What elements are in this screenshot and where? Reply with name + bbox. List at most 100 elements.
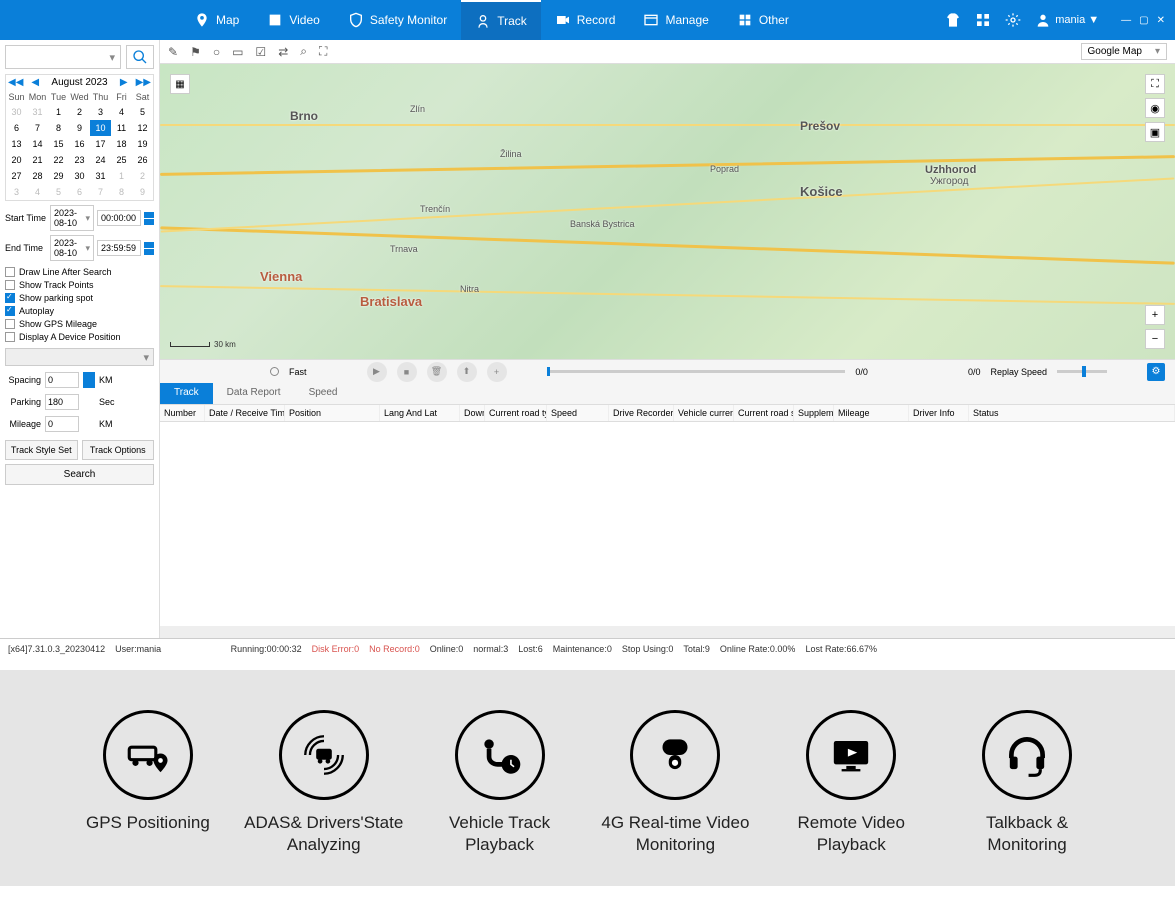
cal-day[interactable]: 22 [48, 152, 69, 168]
map-fullscreen-button[interactable]: ⛶ [1145, 74, 1165, 94]
col-lnglat[interactable]: Lang And Lat [380, 405, 460, 421]
cal-day[interactable]: 15 [48, 136, 69, 152]
user-menu[interactable]: mania ▼ [1035, 12, 1099, 28]
add-button[interactable]: + [487, 362, 507, 382]
playback-settings-icon[interactable]: ⚙ [1147, 363, 1165, 381]
col-roadspeed[interactable]: Current road speed [734, 405, 794, 421]
dashboard-icon[interactable] [975, 12, 991, 28]
check-gps-mileage[interactable]: Show GPS Mileage [5, 319, 154, 329]
start-time-input[interactable]: 00:00:00 [97, 210, 141, 226]
cal-day[interactable]: 10 [90, 120, 111, 136]
map-provider-select[interactable]: Google Map [1081, 43, 1167, 60]
cal-day[interactable]: 16 [69, 136, 90, 152]
fast-radio[interactable] [270, 367, 279, 376]
cal-day[interactable]: 8 [48, 120, 69, 136]
map-zoom-out[interactable]: − [1145, 329, 1165, 349]
cal-day[interactable]: 14 [27, 136, 48, 152]
cal-prev-year[interactable]: ◀◀ [8, 77, 23, 88]
cal-day[interactable]: 30 [6, 104, 27, 120]
check-autoplay[interactable]: Autoplay [5, 306, 154, 316]
stop-button[interactable]: ■ [397, 362, 417, 382]
shirt-icon[interactable] [945, 12, 961, 28]
col-speed[interactable]: Speed [547, 405, 609, 421]
cal-day[interactable]: 17 [90, 136, 111, 152]
play-button[interactable]: ▶ [367, 362, 387, 382]
cal-day[interactable]: 7 [27, 120, 48, 136]
tool-pencil-icon[interactable]: ✎ [168, 45, 178, 59]
cal-day[interactable]: 12 [132, 120, 153, 136]
cal-next-month[interactable]: ▶ [120, 77, 128, 88]
cal-day[interactable]: 28 [27, 168, 48, 184]
cal-day[interactable]: 9 [132, 184, 153, 200]
spacing-input[interactable]: 0 [45, 372, 79, 388]
vehicle-select[interactable]: ▾ [5, 45, 121, 69]
nav-safety[interactable]: Safety Monitor [334, 0, 461, 40]
close-button[interactable]: ✕ [1157, 15, 1165, 26]
maximize-button[interactable]: ▢ [1139, 15, 1148, 26]
cal-day[interactable]: 2 [69, 104, 90, 120]
cal-day[interactable]: 2 [132, 168, 153, 184]
tab-speed[interactable]: Speed [295, 383, 352, 404]
col-mileage[interactable]: Mileage [834, 405, 909, 421]
gear-icon[interactable] [1005, 12, 1021, 28]
cal-day[interactable]: 3 [6, 184, 27, 200]
cal-day[interactable]: 19 [132, 136, 153, 152]
end-time-up[interactable] [144, 242, 154, 248]
cal-day[interactable]: 4 [111, 104, 132, 120]
cal-day[interactable]: 6 [6, 120, 27, 136]
col-roadtype[interactable]: Current road type [485, 405, 547, 421]
cal-day[interactable]: 25 [111, 152, 132, 168]
nav-video[interactable]: Video [253, 0, 333, 40]
tool-rect-icon[interactable]: ▭ [232, 45, 243, 59]
cal-day[interactable]: 31 [90, 168, 111, 184]
cal-day[interactable]: 8 [111, 184, 132, 200]
nav-record[interactable]: Record [541, 0, 630, 40]
horizontal-scrollbar[interactable] [160, 626, 1175, 638]
search-button[interactable]: Search [5, 464, 154, 485]
end-time-input[interactable]: 23:59:59 [97, 240, 141, 256]
cal-day[interactable]: 24 [90, 152, 111, 168]
cal-day[interactable]: 1 [48, 104, 69, 120]
map-canvas[interactable]: Vienna Bratislava Brno Zlín Trnava Trenč… [160, 64, 1175, 359]
cal-day[interactable]: 11 [111, 120, 132, 136]
cal-day[interactable]: 30 [69, 168, 90, 184]
tool-checkbox-icon[interactable]: ☑ [255, 45, 266, 59]
cal-day[interactable]: 23 [69, 152, 90, 168]
spacing-dropdown[interactable] [83, 372, 95, 388]
nav-other[interactable]: Other [723, 0, 803, 40]
check-parking-spot[interactable]: Show parking spot [5, 293, 154, 303]
tool-flag-icon[interactable]: ⚑ [190, 45, 201, 59]
nav-track[interactable]: Track [461, 0, 541, 40]
start-date-input[interactable]: 2023-08-10▾ [50, 205, 94, 231]
cal-day[interactable]: 1 [111, 168, 132, 184]
tool-circle-icon[interactable]: ○ [213, 45, 220, 59]
cal-day[interactable]: 21 [27, 152, 48, 168]
col-down[interactable]: Down [460, 405, 485, 421]
tab-track[interactable]: Track [160, 383, 213, 404]
speed-slider[interactable] [1057, 370, 1107, 373]
map-3d-button[interactable]: ▣ [1145, 122, 1165, 142]
track-options-button[interactable]: Track Options [82, 440, 155, 460]
map-layers-button[interactable]: ▦ [170, 74, 190, 94]
parking-input[interactable]: 180 [45, 394, 79, 410]
cal-day[interactable]: 5 [48, 184, 69, 200]
cal-day[interactable]: 31 [27, 104, 48, 120]
mileage-input[interactable]: 0 [45, 416, 79, 432]
cal-day[interactable]: 5 [132, 104, 153, 120]
col-date[interactable]: Date / Receive Time [205, 405, 285, 421]
cal-prev-month[interactable]: ◀ [31, 77, 39, 88]
cal-day[interactable]: 18 [111, 136, 132, 152]
start-time-down[interactable] [144, 219, 154, 225]
check-device-position[interactable]: Display A Device Position [5, 332, 154, 342]
check-draw-line[interactable]: Draw Line After Search [5, 267, 154, 277]
delete-button[interactable]: 🗑 [427, 362, 447, 382]
cal-day[interactable]: 13 [6, 136, 27, 152]
cal-next-year[interactable]: ▶▶ [136, 77, 151, 88]
col-supplement[interactable]: Supplement [794, 405, 834, 421]
track-style-set-button[interactable]: Track Style Set [5, 440, 78, 460]
export-button[interactable]: ⬆ [457, 362, 477, 382]
cal-day[interactable]: 9 [69, 120, 90, 136]
map-zoom-in[interactable]: + [1145, 305, 1165, 325]
col-driver[interactable]: Driver Info [909, 405, 969, 421]
end-date-input[interactable]: 2023-08-10▾ [50, 235, 94, 261]
